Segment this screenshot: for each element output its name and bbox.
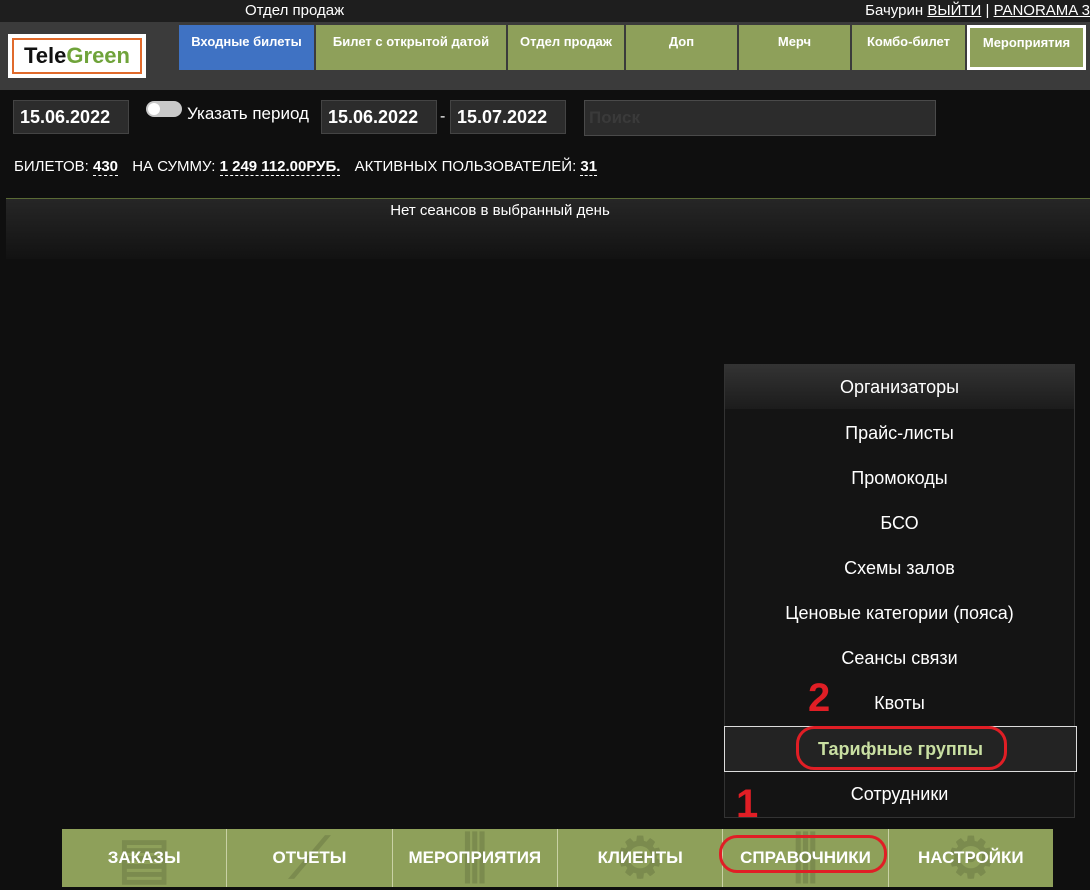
menu-item-price-lists[interactable]: Прайс-листы bbox=[725, 411, 1074, 455]
no-sessions-message: Нет сеансов в выбранный день bbox=[390, 202, 610, 219]
nav-settings[interactable]: ⚙ НАСТРОЙКИ bbox=[888, 829, 1053, 887]
menu-item-bso[interactable]: БСО bbox=[725, 501, 1074, 545]
annotation-step-1: 1 bbox=[736, 782, 759, 826]
menu-item-price-categories[interactable]: Ценовые категории (пояса) bbox=[725, 591, 1074, 635]
nav-reports[interactable]: ⟋ ОТЧЕТЫ bbox=[227, 829, 393, 887]
active-users-value[interactable]: 31 bbox=[580, 158, 598, 176]
stats-bar: БИЛЕТОВ: 430 НА СУММУ: 1 249 112.00РУБ. … bbox=[14, 158, 598, 176]
toggle-knob bbox=[148, 103, 160, 115]
menu-item-hall-schemes[interactable]: Схемы залов bbox=[725, 546, 1074, 590]
sum-label: НА СУММУ: bbox=[132, 158, 216, 175]
tab-extra[interactable]: Доп bbox=[626, 25, 737, 70]
date-to-input[interactable]: 15.07.2022 bbox=[450, 100, 566, 134]
bottom-nav: ▤ ЗАКАЗЫ ⟋ ОТЧЕТЫ ⫼ МЕРОПРИЯТИЯ ⚙ КЛИЕНТ… bbox=[62, 829, 1053, 887]
user-area: Бачурин ВЫЙТИ | PANORAMA 3 bbox=[865, 2, 1090, 19]
date-input[interactable]: 15.06.2022 bbox=[13, 100, 129, 134]
tab-open-date-ticket[interactable]: Билет с открытой датой bbox=[316, 25, 506, 70]
nav-clients-label: КЛИЕНТЫ bbox=[597, 848, 683, 867]
logo[interactable]: Tele Green bbox=[8, 34, 146, 78]
department-title: Отдел продаж bbox=[245, 2, 345, 19]
logo-text-green: Green bbox=[66, 43, 130, 68]
logo-frame: Tele Green bbox=[12, 38, 142, 74]
tab-events[interactable]: Мероприятия bbox=[967, 25, 1086, 70]
date-from-input[interactable]: 15.06.2022 bbox=[321, 100, 437, 134]
nav-events-label: МЕРОПРИЯТИЯ bbox=[408, 848, 542, 867]
period-label: Указать период bbox=[187, 104, 309, 123]
user-name: Бачурин bbox=[865, 2, 924, 19]
tab-entry-tickets[interactable]: Входные билеты bbox=[179, 25, 314, 70]
tickets-value[interactable]: 430 bbox=[92, 158, 119, 176]
nav-settings-label: НАСТРОЙКИ bbox=[918, 848, 1024, 867]
active-users-label: АКТИВНЫХ ПОЛЬЗОВАТЕЛЕЙ: bbox=[354, 158, 577, 175]
logout-link[interactable]: ВЫЙТИ bbox=[927, 2, 981, 19]
period-toggle[interactable] bbox=[146, 101, 182, 117]
tab-merch[interactable]: Мерч bbox=[739, 25, 850, 70]
period-dash: - bbox=[440, 108, 446, 125]
nav-reports-label: ОТЧЕТЫ bbox=[272, 848, 347, 867]
menu-item-promocodes[interactable]: Промокоды bbox=[725, 456, 1074, 500]
nav-clients[interactable]: ⚙ КЛИЕНТЫ bbox=[557, 829, 724, 887]
menu-item-connection-sessions[interactable]: Сеансы связи bbox=[725, 636, 1074, 680]
menu-item-quotas[interactable]: Квоты bbox=[725, 681, 1074, 725]
separator: | bbox=[985, 2, 990, 19]
tab-combo-ticket[interactable]: Комбо-билет bbox=[852, 25, 965, 70]
top-tabs: Входные билеты Билет с открытой датой От… bbox=[179, 25, 1088, 70]
sum-value[interactable]: 1 249 112.00РУБ. bbox=[219, 158, 341, 176]
nav-events[interactable]: ⫼ МЕРОПРИЯТИЯ bbox=[392, 829, 558, 887]
search-input[interactable] bbox=[584, 100, 936, 136]
menu-item-organizers[interactable]: Организаторы bbox=[725, 365, 1074, 409]
menu-item-employees[interactable]: Сотрудники bbox=[725, 772, 1074, 816]
tab-sales-department[interactable]: Отдел продаж bbox=[508, 25, 624, 70]
nav-orders-label: ЗАКАЗЫ bbox=[107, 848, 181, 867]
nav-orders[interactable]: ▤ ЗАКАЗЫ bbox=[62, 829, 228, 887]
tickets-label: БИЛЕТОВ: bbox=[14, 158, 89, 175]
annotation-oval-tariff-groups bbox=[796, 726, 1007, 770]
organization-link[interactable]: PANORAMA 3 bbox=[994, 2, 1090, 19]
logo-text-tele: Tele bbox=[24, 43, 67, 68]
annotation-step-2: 2 bbox=[808, 676, 831, 720]
annotation-oval-references bbox=[719, 835, 887, 873]
